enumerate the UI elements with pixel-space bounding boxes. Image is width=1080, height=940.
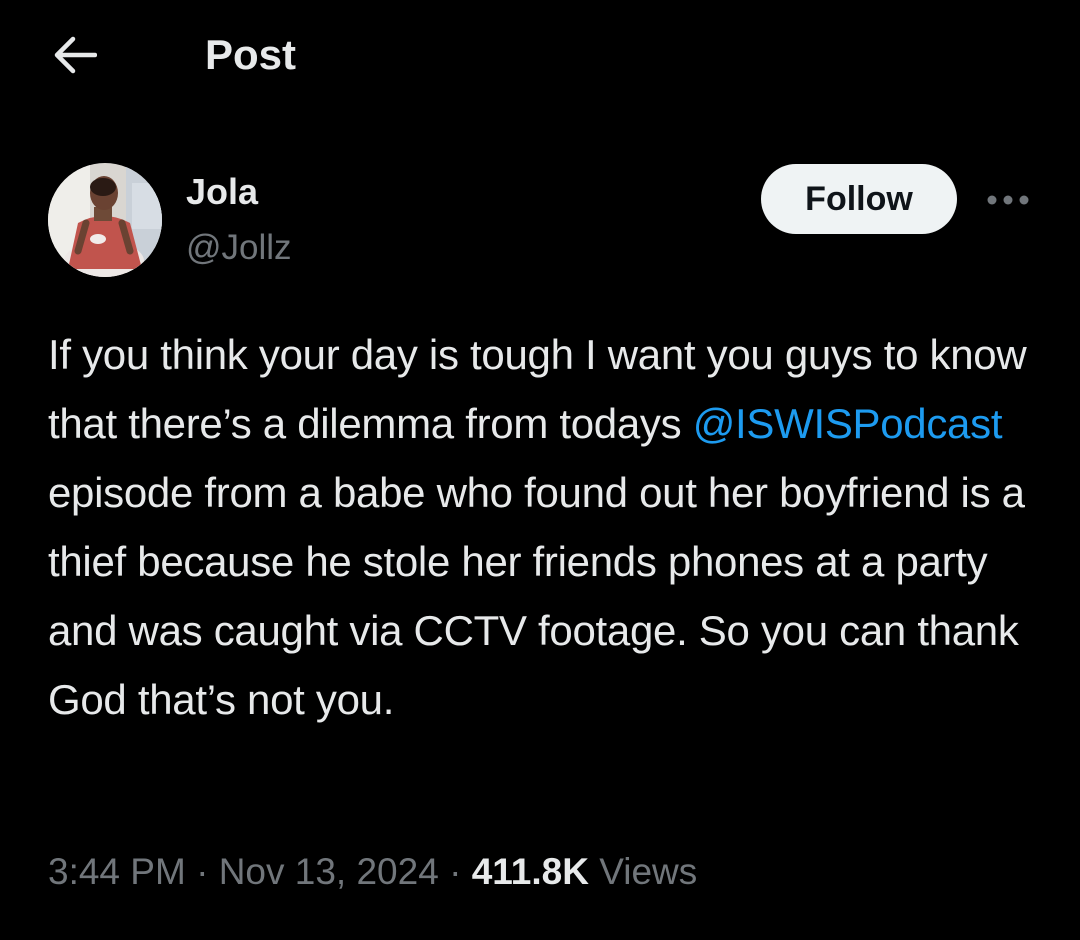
views-count: 411.8K (471, 851, 589, 892)
page-title: Post (205, 31, 297, 78)
post-time[interactable]: 3:44 PM (48, 851, 186, 892)
post-text-part2: episode from a babe who found out her bo… (48, 469, 1025, 723)
profile-photo (48, 163, 162, 277)
post-meta: 3:44 PM · Nov 13, 2024 · 411.8K Views (48, 846, 697, 898)
back-button[interactable] (46, 30, 102, 80)
meta-separator: · (438, 851, 472, 892)
more-options-button[interactable] (980, 180, 1036, 220)
arrow-left-icon (54, 36, 97, 74)
author-handle[interactable]: @Jollz (186, 226, 292, 270)
more-horizontal-icon (987, 195, 1029, 205)
post-text: If you think your day is tough I want yo… (48, 320, 1048, 734)
views-label: Views (588, 851, 698, 892)
meta-separator: · (185, 851, 219, 892)
mention-link[interactable]: @ISWISPodcast (693, 400, 1003, 447)
follow-button[interactable]: Follow (761, 164, 957, 234)
author-name[interactable]: Jola (186, 170, 258, 214)
top-bar: Post (0, 0, 1080, 110)
avatar[interactable] (48, 163, 162, 277)
post-date[interactable]: Nov 13, 2024 (219, 851, 439, 892)
